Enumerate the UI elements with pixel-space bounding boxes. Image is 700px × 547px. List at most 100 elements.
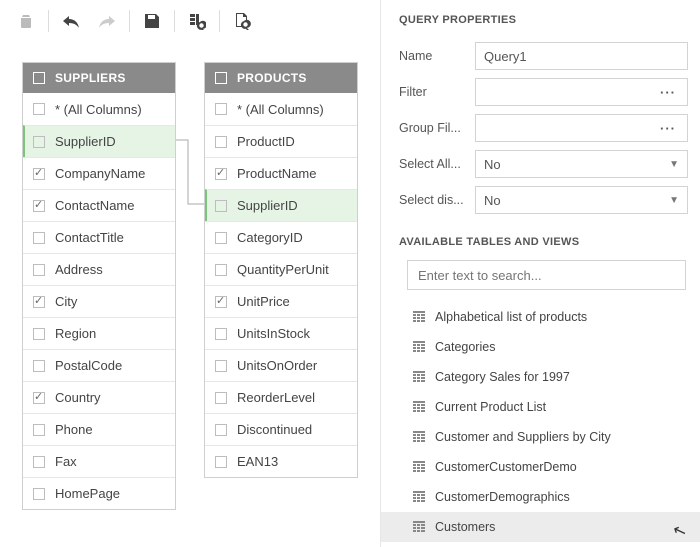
column-checkbox[interactable] (215, 200, 227, 212)
column-checkbox[interactable] (215, 103, 227, 115)
column-row[interactable]: QuantityPerUnit (205, 253, 357, 285)
column-checkbox[interactable] (215, 136, 227, 148)
table-icon (413, 311, 427, 323)
column-checkbox[interactable] (215, 392, 227, 404)
preview-data-button[interactable] (181, 6, 213, 36)
filter-input[interactable]: ··· (475, 78, 688, 106)
column-row[interactable]: * (All Columns) (23, 93, 175, 125)
column-label: ContactName (55, 198, 134, 213)
table-suppliers[interactable]: SUPPLIERS * (All Columns)SupplierIDCompa… (22, 62, 176, 510)
column-row[interactable]: SupplierID (205, 189, 357, 221)
available-table-label: Categories (435, 340, 495, 354)
column-row[interactable]: UnitPrice (205, 285, 357, 317)
column-label: UnitPrice (237, 294, 290, 309)
column-label: Fax (55, 454, 77, 469)
column-row[interactable]: ContactName (23, 189, 175, 221)
column-row[interactable]: Country (23, 381, 175, 413)
column-list-products: * (All Columns)ProductIDProductNameSuppl… (205, 93, 357, 477)
column-checkbox[interactable] (215, 360, 227, 372)
prop-label: Select dis... (399, 193, 475, 207)
column-checkbox[interactable] (33, 264, 45, 276)
column-checkbox[interactable] (215, 328, 227, 340)
column-row[interactable]: ContactTitle (23, 221, 175, 253)
table-header[interactable]: PRODUCTS (205, 63, 357, 93)
groupfilter-input[interactable]: ··· (475, 114, 688, 142)
column-checkbox[interactable] (215, 168, 227, 180)
table-icon (413, 371, 427, 383)
column-checkbox[interactable] (33, 200, 45, 212)
table-products[interactable]: PRODUCTS * (All Columns)ProductIDProduct… (204, 62, 358, 478)
column-row[interactable]: ReorderLevel (205, 381, 357, 413)
column-row[interactable]: CategoryID (205, 221, 357, 253)
available-table-item[interactable]: Customer and Suppliers by City (407, 422, 688, 452)
available-table-item[interactable]: Categories (407, 332, 688, 362)
available-table-label: CustomerCustomerDemo (435, 460, 577, 474)
header-checkbox[interactable] (33, 72, 45, 84)
available-table-item[interactable]: CustomerDemographics (407, 482, 688, 512)
available-table-label: Alphabetical list of products (435, 310, 587, 324)
available-table-item[interactable]: Current Product List (407, 392, 688, 422)
column-checkbox[interactable] (33, 456, 45, 468)
prop-label: Name (399, 49, 475, 63)
column-checkbox[interactable] (33, 168, 45, 180)
available-table-item[interactable]: CustomerCustomerDemo (407, 452, 688, 482)
column-checkbox[interactable] (215, 456, 227, 468)
column-row[interactable]: Region (23, 317, 175, 349)
prop-name: Name (399, 42, 688, 70)
column-row[interactable]: SupplierID (23, 125, 175, 157)
design-canvas[interactable]: SUPPLIERS * (All Columns)SupplierIDCompa… (0, 42, 380, 547)
ellipsis-icon[interactable]: ··· (657, 85, 679, 100)
column-row[interactable]: Address (23, 253, 175, 285)
column-row[interactable]: Fax (23, 445, 175, 477)
header-checkbox[interactable] (215, 72, 227, 84)
column-checkbox[interactable] (33, 488, 45, 500)
column-label: QuantityPerUnit (237, 262, 329, 277)
available-table-item[interactable]: Category Sales for 1997 (407, 362, 688, 392)
column-row[interactable]: UnitsInStock (205, 317, 357, 349)
save-button[interactable] (136, 6, 168, 36)
column-checkbox[interactable] (33, 360, 45, 372)
column-checkbox[interactable] (33, 103, 45, 115)
search-input[interactable] (418, 268, 675, 283)
column-row[interactable]: City (23, 285, 175, 317)
table-icon (413, 491, 427, 503)
search-box[interactable] (407, 260, 686, 290)
column-label: Address (55, 262, 103, 277)
redo-button[interactable] (91, 6, 123, 36)
column-row[interactable]: EAN13 (205, 445, 357, 477)
column-checkbox[interactable] (215, 296, 227, 308)
column-row[interactable]: ProductID (205, 125, 357, 157)
column-checkbox[interactable] (33, 136, 45, 148)
prop-label: Select All... (399, 157, 475, 171)
column-row[interactable]: HomePage (23, 477, 175, 509)
undo-button[interactable] (55, 6, 87, 36)
delete-button[interactable] (10, 6, 42, 36)
column-row[interactable]: Discontinued (205, 413, 357, 445)
available-table-label: CustomerDemographics (435, 490, 570, 504)
column-checkbox[interactable] (215, 424, 227, 436)
ellipsis-icon[interactable]: ··· (657, 121, 679, 136)
column-row[interactable]: ProductName (205, 157, 357, 189)
column-checkbox[interactable] (33, 424, 45, 436)
column-checkbox[interactable] (33, 392, 45, 404)
column-row[interactable]: Phone (23, 413, 175, 445)
column-checkbox[interactable] (33, 232, 45, 244)
selectall-dropdown[interactable]: No▼ (475, 150, 688, 178)
table-header[interactable]: SUPPLIERS (23, 63, 175, 93)
name-input[interactable] (475, 42, 688, 70)
column-row[interactable]: * (All Columns) (205, 93, 357, 125)
column-row[interactable]: CompanyName (23, 157, 175, 189)
name-field[interactable] (484, 49, 679, 64)
available-table-item[interactable]: Alphabetical list of products (407, 302, 688, 332)
column-checkbox[interactable] (33, 328, 45, 340)
available-table-item[interactable]: Customers (381, 512, 700, 542)
preview-result-button[interactable] (226, 6, 258, 36)
selectdistinct-dropdown[interactable]: No▼ (475, 186, 688, 214)
column-checkbox[interactable] (215, 264, 227, 276)
column-label: ReorderLevel (237, 390, 315, 405)
column-checkbox[interactable] (215, 232, 227, 244)
column-row[interactable]: UnitsOnOrder (205, 349, 357, 381)
relationship-line[interactable] (174, 124, 206, 224)
column-checkbox[interactable] (33, 296, 45, 308)
column-row[interactable]: PostalCode (23, 349, 175, 381)
